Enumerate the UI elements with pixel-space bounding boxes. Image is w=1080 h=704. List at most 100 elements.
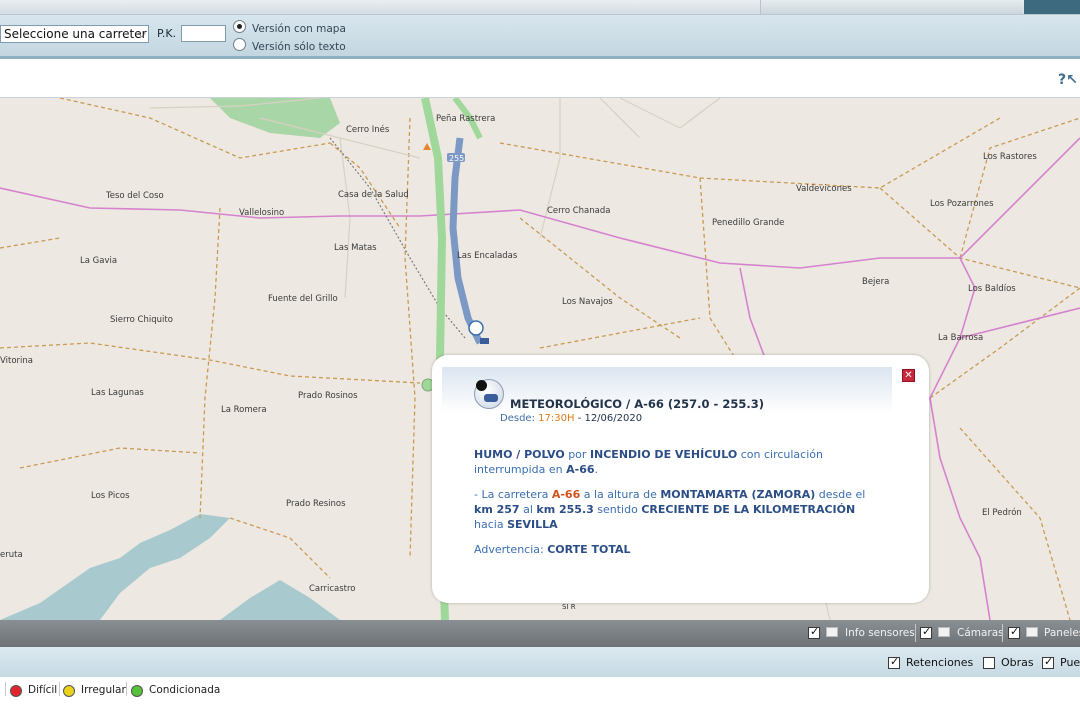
legend-row: Difícil Irregular Condicionada [0,677,1080,704]
place-label: Cerro Chanada [547,206,611,216]
place-label: Peña Rastrera [436,114,496,124]
border-line [959,427,1071,620]
top-header-strip [0,0,1080,15]
place-label: Prado Resinos [286,499,346,509]
event-car-icon [480,338,489,344]
radio-map-label: Versión con mapa [252,23,346,35]
place-label: Cerro Inés [346,125,390,135]
border-line [519,217,681,339]
map-header-row: ?↖ [0,62,1080,98]
filters-bar: Retenciones Obras Pue [0,647,1080,677]
place-label: La Romera [221,405,267,415]
incident-summary: HUMO / POLVO por INCENDIO DE VEHÍCULO co… [474,448,823,476]
water-area [0,514,230,620]
sensor-icon [826,627,838,637]
radio-text-label: Versión sólo texto [252,41,346,53]
road-line [339,137,351,299]
border-line [404,117,416,559]
border-line [499,117,1001,189]
retenciones-label: Retenciones [906,656,974,669]
border-line [539,317,701,349]
road-select-value: Seleccione una carreter [4,27,147,41]
place-label: Vallelosino [239,208,285,218]
search-toolbar: Seleccione una carreter ⌵ P.K. Versión c… [0,15,1080,59]
date-separator: - [577,413,582,424]
border-line [959,117,1080,259]
incident-warning: Advertencia: CORTE TOTAL [474,543,631,556]
weather-event-icon [474,379,504,409]
popup-body: HUMO / POLVO por INCENDIO DE VEHÍCULO co… [474,447,874,567]
park-area [210,98,340,138]
sensors-label: Info sensores [845,627,915,639]
border-line [229,517,331,579]
poi-marker-icon [423,143,431,150]
puertos-label: Pue [1060,656,1080,669]
place-label: Los Baldíos [968,284,1016,294]
incident-popup: ✕ METEOROLÓGICO / A-66 (257.0 - 255.3) D… [432,355,929,603]
cameras-checkbox[interactable] [920,625,932,639]
header-tab[interactable] [760,0,1022,14]
road-line [619,98,721,129]
cameras-label: Cámaras [957,627,1004,639]
place-label: Los Navajos [562,297,613,307]
date-prefix: Desde: [500,413,535,424]
header-tab-dark[interactable] [1024,0,1080,14]
place-label: Los Rastores [983,152,1037,162]
place-label: Bejera [862,277,890,287]
camera-icon [938,627,950,637]
panels-checkbox[interactable] [1008,625,1020,639]
pk-input[interactable] [181,25,226,42]
place-label: Penedillo Grande [712,218,785,228]
incident-detail: - La carretera A-66 a la altura de MONTA… [474,488,866,531]
retenciones-checkbox[interactable] [888,655,900,669]
popup-date: Desde: 17:30H - 12/06/2020 [500,413,642,424]
road-label: SI R [562,603,576,611]
traffic-map[interactable]: Cerro Inés Peña Rastrera 255 Teso del Co… [0,98,1080,620]
layers-bar: Info sensores Cámaras Paneles [0,620,1080,647]
sensors-checkbox[interactable] [808,625,820,639]
regional-road [929,257,991,620]
border-line [0,237,61,249]
place-label: Los Pozarrones [930,199,994,209]
irregular-label: Irregular [81,684,126,696]
place-label: La Gavia [80,256,118,266]
place-label: Las Lagunas [91,388,144,398]
place-label: Teso del Coso [106,191,164,201]
condicionada-label: Condicionada [149,684,221,696]
dificil-label: Difícil [28,684,58,696]
border-line [199,207,221,519]
place-label: La Barrosa [938,333,984,343]
place-label: Valdevicones [796,184,852,194]
pk-label: P.K. [157,27,177,40]
place-label: Prado Rosinos [298,391,358,401]
event-time: 17:30H [538,413,575,424]
event-date: 12/06/2020 [584,413,643,424]
road-shield-label: 255 [449,154,465,163]
affected-road-segment [449,137,484,345]
road-line [599,98,641,139]
place-label: Casa de la Salud [338,190,409,200]
close-icon[interactable]: ✕ [902,369,915,382]
place-label: eruta [0,550,23,560]
puertos-checkbox[interactable] [1042,655,1054,669]
irregular-dot-icon [63,685,75,697]
chevron-down-icon: ⌵ [137,27,146,40]
dificil-dot-icon [10,685,22,697]
place-label: Sierro Chiquito [110,315,173,325]
place-label: Las Matas [334,243,377,253]
place-label: Los Picos [91,491,130,501]
panel-icon [1026,627,1038,637]
help-icon[interactable]: ?↖ [1058,72,1078,88]
road-select[interactable]: Seleccione una carreter ⌵ [0,25,149,43]
place-label: Carricastro [309,584,356,594]
radio-map-version[interactable] [233,20,246,33]
obras-checkbox[interactable] [983,657,995,669]
obras-label: Obras [1001,656,1034,669]
place-label: Vitorina [0,356,33,366]
border-line [19,447,201,469]
border-line [929,287,1080,399]
event-marker-icon [468,320,484,336]
radio-text-version[interactable] [233,38,246,51]
place-label: Fuente del Grillo [268,294,338,304]
panels-label: Paneles [1044,627,1080,639]
